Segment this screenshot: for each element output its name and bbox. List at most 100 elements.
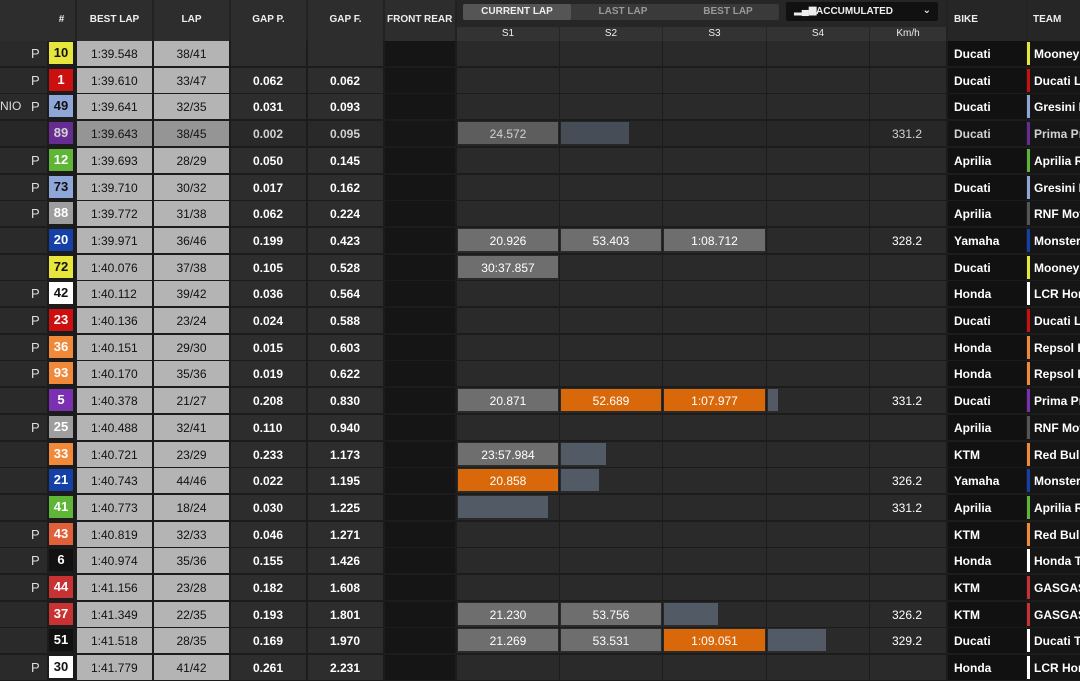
table-row[interactable]: P 25 1:40.488 32/41 0.110 0.940 Aprilia RNF Mot: [0, 414, 1080, 441]
rider-number-badge[interactable]: 23: [49, 309, 73, 331]
sector-s1-cell: 30:37.857: [457, 254, 559, 280]
pit-cell: P: [0, 281, 47, 307]
sector-s1-time: 30:37.857: [481, 260, 535, 275]
rider-number-badge[interactable]: 5: [49, 389, 73, 412]
gap-previous-cell: 0.015: [231, 334, 306, 360]
table-row[interactable]: NIO P 49 1:39.641 32/35 0.031 0.093 Ducati Gresi…: [0, 94, 1080, 120]
rider-number-cell: 21: [48, 468, 75, 493]
table-row[interactable]: 72 1:40.076 37/38 0.105 0.528 30:37.857 Ducati…: [0, 254, 1080, 281]
header-best-lap[interactable]: BEST LAP: [77, 0, 152, 41]
rider-number-badge[interactable]: 89: [49, 122, 73, 145]
table-row[interactable]: 21 1:40.743 44/46 0.022 1.195 20.858 326.2 Yama…: [0, 468, 1080, 494]
sector-s4-cell: [767, 281, 869, 307]
sector-s1-time: 20.926: [489, 233, 527, 248]
tab-last-lap[interactable]: LAST LAP: [571, 4, 675, 20]
pit-indicator: P: [31, 152, 40, 168]
sector-s3-cell: [663, 174, 766, 200]
bike-cell: Honda: [948, 334, 1026, 360]
rider-number-badge[interactable]: 33: [49, 442, 73, 465]
rider-number-cell: 43: [48, 522, 75, 547]
tab-best-lap[interactable]: BEST LAP: [677, 4, 779, 20]
rider-number-badge[interactable]: 21: [49, 469, 73, 492]
gap-first-cell: 1.801: [308, 601, 383, 627]
team-cell: Mooney: [1027, 41, 1080, 66]
rider-number-badge[interactable]: 93: [49, 362, 73, 385]
chevron-down-icon: ⌄: [922, 5, 931, 16]
pit-cell: P: [0, 521, 47, 547]
table-row[interactable]: P 30 1:41.779 41/42 0.261 2.231 Honda LCR Hon: [0, 655, 1080, 681]
team-name: Repsol H: [1034, 367, 1080, 382]
rider-number-badge[interactable]: 72: [49, 255, 73, 278]
rider-number-badge[interactable]: 88: [49, 202, 73, 225]
gap-first-value: 1.173: [330, 447, 361, 462]
team-name: Aprilia R: [1034, 500, 1080, 515]
sector-s4-cell: [767, 41, 869, 66]
gap-first-cell: 0.423: [308, 227, 383, 253]
bike-cell: Ducati: [948, 67, 1026, 93]
sector-s2-cell: [560, 575, 662, 600]
sector-s4-cell: [767, 361, 869, 387]
bike-name: KTM: [954, 447, 980, 462]
header-lap[interactable]: LAP: [154, 0, 229, 41]
table-row[interactable]: 51 1:41.518 28/35 0.169 1.970 21.269 53.531 1:0…: [0, 628, 1080, 654]
rider-number-badge[interactable]: 1: [49, 68, 73, 91]
table-row[interactable]: 37 1:41.349 22/35 0.193 1.801 21.230 53.756 326…: [0, 601, 1080, 628]
gap-previous-cell: 0.017: [231, 174, 306, 200]
header-num: #: [0, 0, 75, 41]
rider-number-badge[interactable]: 44: [49, 576, 73, 598]
speed-cell: [870, 201, 946, 227]
pit-cell: P: [0, 361, 47, 387]
table-row[interactable]: P 42 1:40.112 39/42 0.036 0.564 Honda LCR Hon: [0, 281, 1080, 307]
table-row[interactable]: P6 1:40.974 35/36 0.155 1.426 Honda Honda To: [0, 548, 1080, 574]
rider-number-badge[interactable]: 6: [49, 549, 73, 572]
sector-s2-cell: [560, 521, 662, 547]
table-row[interactable]: P1 1:39.610 33/47 0.062 0.062 Ducati Ducati Le: [0, 67, 1080, 94]
table-row[interactable]: P 93 1:40.170 35/36 0.019 0.622 Honda Repsol H: [0, 361, 1080, 387]
team-color-strip: [1027, 522, 1030, 546]
gap-previous-cell: 0.105: [231, 254, 306, 280]
rider-number-cell: 93: [48, 361, 75, 386]
rider-number-badge[interactable]: 49: [49, 95, 73, 118]
speed-cell: [870, 575, 946, 600]
bike-cell: Ducati: [948, 628, 1026, 654]
team-name: RNF Mot: [1034, 420, 1080, 435]
table-row[interactable]: P 12 1:39.693 28/29 0.050 0.145 Aprilia Aprilia…: [0, 147, 1080, 174]
table-row[interactable]: P 10 1:39.548 38/41 Ducati Mooney: [0, 41, 1080, 67]
table-row[interactable]: P 73 1:39.710 30/32 0.017 0.162 Ducati Gresini …: [0, 174, 1080, 201]
tab-current-lap[interactable]: CURRENT LAP: [463, 4, 571, 20]
bike-name: Ducati: [954, 73, 991, 88]
gap-previous-value: 0.031: [253, 100, 284, 115]
rider-number-badge[interactable]: 37: [49, 602, 73, 625]
tyre-cell: [385, 655, 455, 681]
rider-number-badge[interactable]: 10: [49, 42, 73, 64]
tyre-cell: [385, 414, 455, 440]
table-row[interactable]: 41 1:40.773 18/24 0.030 1.225 331.2 Aprilia Apr…: [0, 494, 1080, 521]
table-row[interactable]: P 43 1:40.819 32/33 0.046 1.271 KTM Red Bull: [0, 521, 1080, 548]
table-row[interactable]: P 44 1:41.156 23/28 0.182 1.608 KTM GASGAS: [0, 575, 1080, 601]
rider-number-badge[interactable]: 43: [49, 522, 73, 545]
sector-s2-cell: [560, 334, 662, 360]
rider-number-badge[interactable]: 25: [49, 415, 73, 438]
table-row[interactable]: 5 1:40.378 21/27 0.208 0.830 20.871 52.689 1:07…: [0, 388, 1080, 414]
table-row[interactable]: 33 1:40.721 23/29 0.233 1.173 23:57.984 KTM Red…: [0, 441, 1080, 468]
tyre-cell: [385, 281, 455, 307]
lap-count-cell: 44/46: [154, 468, 229, 494]
bike-cell: Ducati: [948, 254, 1026, 280]
sector-s4-cell: [767, 441, 869, 467]
rider-number-badge[interactable]: 42: [49, 282, 73, 305]
table-row[interactable]: 20 1:39.971 36/46 0.199 0.423 20.926 53.403 1:0…: [0, 227, 1080, 254]
table-row[interactable]: P 88 1:39.772 31/38 0.062 0.224 Aprilia RNF Mot: [0, 201, 1080, 227]
table-row[interactable]: 89 1:39.643 38/45 0.002 0.095 24.572 331.2 Duca…: [0, 121, 1080, 147]
rider-number-badge[interactable]: 73: [49, 175, 73, 198]
table-row[interactable]: P 23 1:40.136 23/24 0.024 0.588 Ducati Ducati L…: [0, 308, 1080, 334]
best-lap-time: 1:39.710: [91, 180, 138, 195]
rider-number-badge[interactable]: 36: [49, 335, 73, 358]
rider-number-badge[interactable]: 20: [49, 228, 73, 251]
table-row[interactable]: P 36 1:40.151 29/30 0.015 0.603 Honda Repsol H: [0, 334, 1080, 361]
header-gap-p[interactable]: GAP P.: [231, 0, 306, 41]
header-gap-f[interactable]: GAP F.: [308, 0, 383, 41]
rider-number-badge[interactable]: 12: [49, 148, 73, 171]
rider-number-badge[interactable]: 51: [49, 629, 73, 652]
accumulated-select[interactable]: ▂▄▆ ACCUMULATED ⌄: [786, 2, 938, 21]
rider-number-badge[interactable]: 41: [49, 495, 73, 518]
